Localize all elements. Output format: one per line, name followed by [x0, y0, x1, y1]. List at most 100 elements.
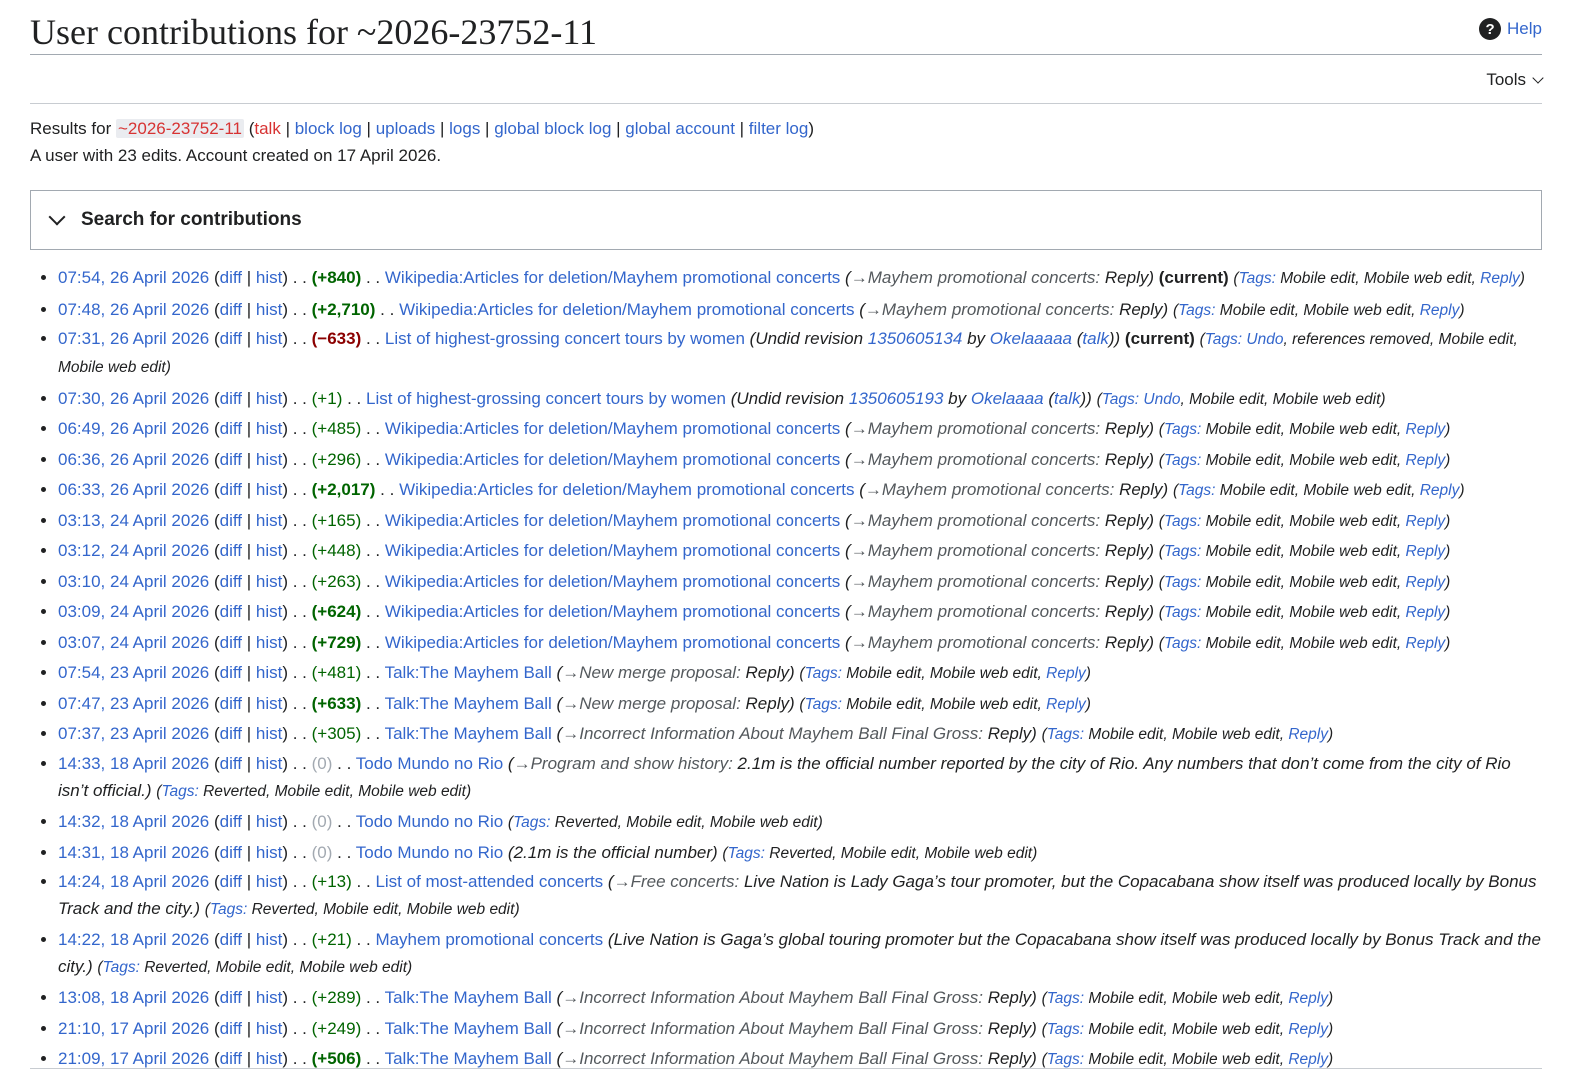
section-link[interactable]: →Mayhem promotional concerts: [865, 480, 1114, 499]
filter-log-link[interactable]: filter log [749, 119, 809, 138]
tools-menu[interactable]: Tools [1486, 70, 1544, 90]
diff-link[interactable]: diff [220, 268, 242, 287]
global-account-link[interactable]: global account [625, 119, 735, 138]
tags-link[interactable]: Tags: [513, 814, 550, 831]
hist-link[interactable]: hist [256, 268, 282, 287]
hist-link[interactable]: hist [256, 988, 282, 1007]
tags-link[interactable]: Tags: [1164, 452, 1201, 469]
diff-link[interactable]: diff [220, 1049, 242, 1068]
hist-link[interactable]: hist [256, 572, 282, 591]
diff-link[interactable]: diff [220, 329, 242, 348]
tags-link[interactable]: Tags: [1164, 421, 1201, 438]
timestamp-link[interactable]: 07:48, 26 April 2026 [58, 300, 209, 319]
revision-link[interactable]: 1350605134 [868, 329, 963, 348]
tag[interactable]: Undo [1143, 391, 1180, 408]
page-link[interactable]: Wikipedia:Articles for deletion/Mayhem p… [385, 450, 840, 469]
user-talk-link[interactable]: talk [1082, 329, 1108, 348]
timestamp-link[interactable]: 03:09, 24 April 2026 [58, 602, 209, 621]
page-link[interactable]: Wikipedia:Articles for deletion/Mayhem p… [385, 268, 840, 287]
tags-link[interactable]: Tags: [1178, 302, 1215, 319]
tag[interactable]: Reply [1406, 421, 1446, 438]
timestamp-link[interactable]: 14:24, 18 April 2026 [58, 872, 209, 891]
section-link[interactable]: →Incorrect Information About Mayhem Ball… [562, 1019, 983, 1038]
user-talk-link[interactable]: talk [1054, 389, 1080, 408]
user-link[interactable]: Okelaaaa [971, 389, 1044, 408]
page-link[interactable]: Wikipedia:Articles for deletion/Mayhem p… [385, 602, 840, 621]
diff-link[interactable]: diff [220, 694, 242, 713]
timestamp-link[interactable]: 14:22, 18 April 2026 [58, 930, 209, 949]
tags-link[interactable]: Tags: [1164, 604, 1201, 621]
timestamp-link[interactable]: 07:37, 23 April 2026 [58, 724, 209, 743]
diff-link[interactable]: diff [220, 872, 242, 891]
search-contributions-toggle[interactable]: Search for contributions [30, 190, 1542, 250]
hist-link[interactable]: hist [256, 419, 282, 438]
tools-label[interactable]: Tools [1486, 70, 1526, 90]
diff-link[interactable]: diff [220, 450, 242, 469]
page-link[interactable]: List of highest-grossing concert tours b… [366, 389, 726, 408]
timestamp-link[interactable]: 03:07, 24 April 2026 [58, 633, 209, 652]
tags-link[interactable]: Tags: [103, 959, 140, 976]
tags-link[interactable]: Tags: [1047, 1021, 1084, 1038]
page-link[interactable]: Wikipedia:Articles for deletion/Mayhem p… [385, 572, 840, 591]
section-link[interactable]: →Incorrect Information About Mayhem Ball… [562, 724, 983, 743]
section-link[interactable]: →Incorrect Information About Mayhem Ball… [562, 1049, 983, 1068]
diff-link[interactable]: diff [220, 754, 242, 773]
timestamp-link[interactable]: 14:32, 18 April 2026 [58, 812, 209, 831]
tag[interactable]: Reply [1406, 604, 1446, 621]
tags-link[interactable]: Tags: [805, 665, 842, 682]
hist-link[interactable]: hist [256, 1019, 282, 1038]
diff-link[interactable]: diff [220, 812, 242, 831]
page-link[interactable]: Wikipedia:Articles for deletion/Mayhem p… [385, 541, 840, 560]
tags-link[interactable]: Tags: [1164, 513, 1201, 530]
diff-link[interactable]: diff [220, 541, 242, 560]
tag[interactable]: Reply [1406, 513, 1446, 530]
diff-link[interactable]: diff [220, 480, 242, 499]
page-link[interactable]: Wikipedia:Articles for deletion/Mayhem p… [399, 300, 854, 319]
global-block-log-link[interactable]: global block log [494, 119, 611, 138]
hist-link[interactable]: hist [256, 511, 282, 530]
tag[interactable]: Reply [1406, 543, 1446, 560]
section-link[interactable]: →Mayhem promotional concerts: [851, 511, 1100, 530]
tags-link[interactable]: Tags: [1102, 391, 1139, 408]
hist-link[interactable]: hist [256, 754, 282, 773]
hist-link[interactable]: hist [256, 633, 282, 652]
timestamp-link[interactable]: 07:31, 26 April 2026 [58, 329, 209, 348]
tag[interactable]: Reply [1420, 482, 1460, 499]
tag[interactable]: Undo [1246, 331, 1283, 348]
page-link[interactable]: Todo Mundo no Rio [356, 754, 503, 773]
hist-link[interactable]: hist [256, 450, 282, 469]
tags-link[interactable]: Tags: [1047, 990, 1084, 1007]
timestamp-link[interactable]: 06:49, 26 April 2026 [58, 419, 209, 438]
diff-link[interactable]: diff [220, 1019, 242, 1038]
uploads-link[interactable]: uploads [376, 119, 436, 138]
diff-link[interactable]: diff [220, 930, 242, 949]
tag[interactable]: Reply [1288, 990, 1328, 1007]
diff-link[interactable]: diff [220, 843, 242, 862]
timestamp-link[interactable]: 07:54, 23 April 2026 [58, 663, 209, 682]
timestamp-link[interactable]: 14:31, 18 April 2026 [58, 843, 209, 862]
tags-link[interactable]: Tags: [1047, 1051, 1084, 1068]
page-link[interactable]: Todo Mundo no Rio [356, 843, 503, 862]
timestamp-link[interactable]: 06:33, 26 April 2026 [58, 480, 209, 499]
page-link[interactable]: Wikipedia:Articles for deletion/Mayhem p… [385, 633, 840, 652]
page-link[interactable]: Talk:The Mayhem Ball [385, 1019, 552, 1038]
section-link[interactable]: →Mayhem promotional concerts: [851, 602, 1100, 621]
hist-link[interactable]: hist [256, 602, 282, 621]
tags-link[interactable]: Tags: [1239, 270, 1276, 287]
section-link[interactable]: →Mayhem promotional concerts: [851, 541, 1100, 560]
tag[interactable]: Reply [1420, 302, 1460, 319]
hist-link[interactable]: hist [256, 329, 282, 348]
page-link[interactable]: List of highest-grossing concert tours b… [385, 329, 745, 348]
page-link[interactable]: Wikipedia:Articles for deletion/Mayhem p… [399, 480, 854, 499]
tags-link[interactable]: Tags: [805, 696, 842, 713]
tag[interactable]: Reply [1288, 1021, 1328, 1038]
tag[interactable]: Reply [1406, 452, 1446, 469]
revision-link[interactable]: 1350605193 [849, 389, 944, 408]
diff-link[interactable]: diff [220, 602, 242, 621]
tag[interactable]: Reply [1288, 726, 1328, 743]
section-link[interactable]: →Mayhem promotional concerts: [851, 268, 1100, 287]
hist-link[interactable]: hist [256, 663, 282, 682]
help-link[interactable]: ? Help [1479, 18, 1542, 40]
diff-link[interactable]: diff [220, 419, 242, 438]
hist-link[interactable]: hist [256, 389, 282, 408]
